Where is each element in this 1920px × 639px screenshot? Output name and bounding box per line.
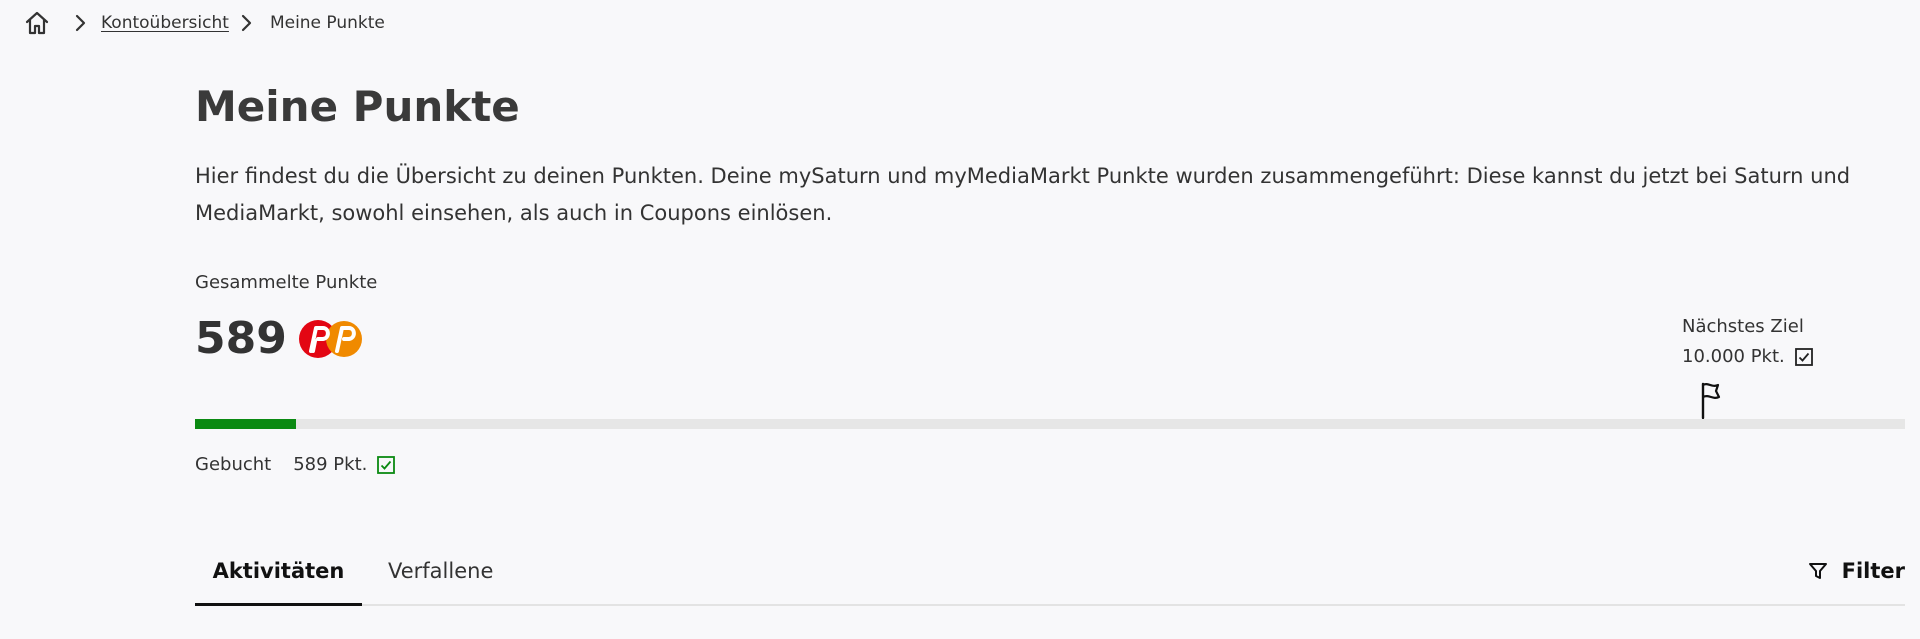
booked-label: Gebucht bbox=[195, 454, 272, 475]
page-title: Meine Punkte bbox=[195, 82, 520, 131]
filter-button[interactable]: Filter bbox=[1808, 548, 1905, 594]
checkbox-checked-icon bbox=[377, 455, 396, 474]
flag-icon bbox=[1701, 382, 1721, 420]
next-goal-label: Nächstes Ziel bbox=[1682, 316, 1804, 337]
checkbox-checked-icon bbox=[1794, 348, 1813, 366]
next-goal: Nächstes Ziel 10.000 Pkt. bbox=[1682, 312, 1813, 372]
booked-value: 589 Pkt. bbox=[293, 454, 368, 475]
breadcrumb-link-kontouebersicht[interactable]: Kontoübersicht bbox=[101, 13, 229, 33]
next-goal-value: 10.000 Pkt. bbox=[1682, 346, 1785, 367]
points-progress-fill bbox=[195, 419, 296, 429]
next-goal-value-row: 10.000 Pkt. bbox=[1682, 342, 1813, 372]
chevron-right-icon bbox=[70, 13, 90, 33]
points-progress-bar bbox=[195, 419, 1905, 429]
tab-verfallene[interactable]: Verfallene bbox=[388, 548, 493, 604]
tab-aktivitaeten[interactable]: Aktivitäten bbox=[195, 548, 362, 606]
points-logo-icon bbox=[298, 320, 362, 358]
home-icon[interactable] bbox=[22, 8, 52, 38]
filter-icon bbox=[1808, 563, 1827, 579]
page-intro: Hier findest du die Übersicht zu deinen … bbox=[195, 164, 1851, 225]
collected-points-label: Gesammelte Punkte bbox=[195, 272, 378, 293]
points-value: 589 bbox=[195, 313, 287, 364]
activity-tabs: Aktivitäten Verfallene Filter bbox=[195, 548, 1905, 606]
booked-points: Gebucht 589 Pkt. bbox=[195, 454, 396, 475]
points-summary: 589 bbox=[195, 312, 367, 366]
breadcrumb-current: Meine Punkte bbox=[269, 13, 385, 33]
filter-label: Filter bbox=[1841, 559, 1905, 583]
chevron-right-icon bbox=[236, 13, 256, 33]
breadcrumb: Kontoübersicht Meine Punkte bbox=[22, 8, 385, 38]
